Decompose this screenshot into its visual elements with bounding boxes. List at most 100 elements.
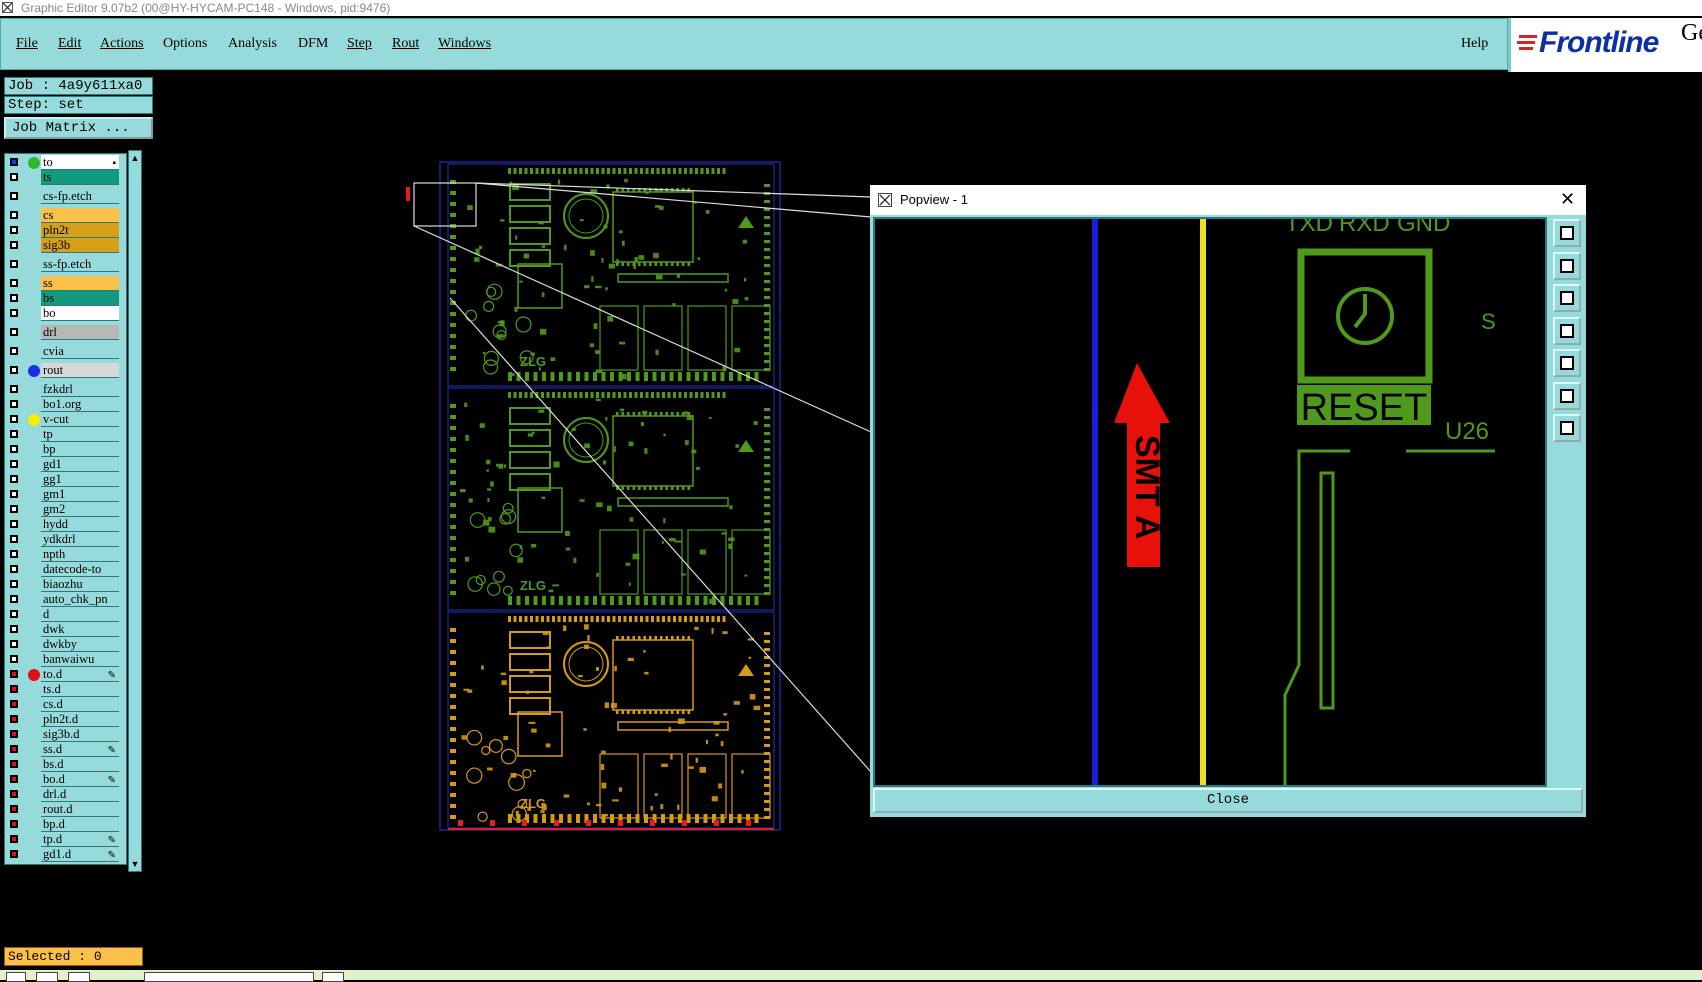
layer-name[interactable]: tp.d ✎ <box>41 832 119 847</box>
layer-row-ydkdrl[interactable]: ydkdrl <box>5 532 126 547</box>
layer-checkbox[interactable] <box>10 580 18 588</box>
layer-name[interactable]: bo.d ✎ <box>41 772 119 787</box>
layer-name[interactable]: d <box>41 607 119 622</box>
layer-row-bs-d[interactable]: bs.d <box>5 757 126 772</box>
layer-checkbox[interactable] <box>10 565 18 573</box>
layer-row-ts-d[interactable]: ts.d <box>5 682 126 697</box>
layer-name[interactable]: bo <box>41 306 119 321</box>
layer-checkbox[interactable] <box>10 760 18 768</box>
layer-row-bo1-org[interactable]: bo1.org <box>5 397 126 412</box>
menu-step[interactable]: Step <box>347 36 372 52</box>
layer-row-ss-fp-etch[interactable]: ss-fp.etch <box>5 257 126 272</box>
layer-checkbox[interactable] <box>10 385 18 393</box>
layer-checkbox[interactable] <box>10 328 18 336</box>
layer-name[interactable]: to ▪ <box>41 155 119 170</box>
layer-name[interactable]: ydkdrl <box>41 532 119 547</box>
layer-checkbox[interactable] <box>10 520 18 528</box>
layer-name[interactable]: gm2 <box>41 502 119 517</box>
menu-file[interactable]: File <box>16 36 38 52</box>
layer-checkbox[interactable] <box>10 241 18 249</box>
layer-name[interactable]: rout.d <box>41 802 119 817</box>
layer-name[interactable]: ts.d <box>41 682 119 697</box>
layer-row-drl[interactable]: drl <box>5 325 126 340</box>
layer-checkbox[interactable] <box>10 490 18 498</box>
popview-viewport[interactable]: SMT A TXD RXD GND RESET U26 S <box>873 217 1547 787</box>
bottom-button-2[interactable] <box>36 972 58 982</box>
layer-name[interactable]: gm1 <box>41 487 119 502</box>
layer-checkbox[interactable] <box>10 460 18 468</box>
layer-row-banwaiwu[interactable]: banwaiwu <box>5 652 126 667</box>
scroll-up-icon[interactable]: ▲ <box>129 152 141 164</box>
layer-row-cs[interactable]: cs <box>5 208 126 223</box>
zoom-fit-icon[interactable] <box>1553 414 1581 442</box>
layer-checkbox[interactable] <box>10 535 18 543</box>
layer-row-rout-d[interactable]: rout.d <box>5 802 126 817</box>
layer-checkbox[interactable] <box>10 805 18 813</box>
layer-row-cs-d[interactable]: cs.d <box>5 697 126 712</box>
menu-dfm[interactable]: DFM <box>298 36 328 52</box>
layer-name[interactable]: datecode-to <box>41 562 119 577</box>
layer-name[interactable]: biaozhu <box>41 577 119 592</box>
layer-row-datecode-to[interactable]: datecode-to <box>5 562 126 577</box>
layer-name[interactable]: cs <box>41 208 119 223</box>
pan-left-icon[interactable] <box>1553 316 1581 345</box>
scroll-down-icon[interactable]: ▼ <box>129 858 141 870</box>
layer-checkbox[interactable] <box>10 835 18 843</box>
layer-name[interactable]: ss <box>41 276 119 291</box>
menu-edit[interactable]: Edit <box>58 36 81 52</box>
layer-checkbox[interactable] <box>10 640 18 648</box>
menu-help[interactable]: Help <box>1461 36 1488 52</box>
layer-name[interactable]: cs-fp.etch <box>41 189 119 204</box>
close-button[interactable]: Close <box>873 788 1583 813</box>
layer-row-bo-d[interactable]: bo.d ✎ <box>5 772 126 787</box>
layer-name[interactable]: sig3b <box>41 238 119 253</box>
layer-row-bp-d[interactable]: bp.d <box>5 817 126 832</box>
layer-row-biaozhu[interactable]: biaozhu <box>5 577 126 592</box>
layer-name[interactable]: bp <box>41 442 119 457</box>
layer-row-sig3b[interactable]: sig3b <box>5 238 126 253</box>
layer-checkbox[interactable] <box>10 347 18 355</box>
layer-name[interactable]: gd1.d ✎ <box>41 847 119 862</box>
layer-row-pln2t-d[interactable]: pln2t.d <box>5 712 126 727</box>
menu-rout[interactable]: Rout <box>392 36 419 52</box>
layer-row-sig3b-d[interactable]: sig3b.d <box>5 727 126 742</box>
layer-checkbox[interactable] <box>10 715 18 723</box>
layer-row-gm2[interactable]: gm2 <box>5 502 126 517</box>
layer-checkbox[interactable] <box>10 745 18 753</box>
layer-name[interactable]: tp <box>41 427 119 442</box>
layer-row-rout[interactable]: rout <box>5 363 126 378</box>
layer-row-npth[interactable]: npth <box>5 547 126 562</box>
layer-name[interactable]: dwkby <box>41 637 119 652</box>
layer-checkbox[interactable] <box>10 850 18 858</box>
layer-name[interactable]: dwk <box>41 622 119 637</box>
job-matrix-button[interactable]: Job Matrix ... <box>4 117 153 139</box>
layer-row-bs[interactable]: bs <box>5 291 126 306</box>
layer-name[interactable]: pln2t.d <box>41 712 119 727</box>
layer-checkbox[interactable] <box>10 173 18 181</box>
layer-name[interactable]: gg1 <box>41 472 119 487</box>
layer-row-hydd[interactable]: hydd <box>5 517 126 532</box>
menu-analysis[interactable]: Analysis <box>228 36 277 52</box>
layer-name[interactable]: to.d ✎ <box>41 667 119 682</box>
fit-all-icon[interactable] <box>1553 381 1581 410</box>
layer-name[interactable]: rout <box>41 363 119 378</box>
layer-name[interactable]: sig3b.d <box>41 727 119 742</box>
layer-checkbox[interactable] <box>10 192 18 200</box>
layer-name[interactable]: drl <box>41 325 119 340</box>
layer-checkbox[interactable] <box>10 655 18 663</box>
layer-row-gg1-d[interactable]: gg1.d <box>5 862 126 864</box>
layer-checkbox[interactable] <box>10 595 18 603</box>
layer-checkbox[interactable] <box>10 550 18 558</box>
bottom-button-4[interactable] <box>322 972 344 982</box>
layer-checkbox[interactable] <box>10 279 18 287</box>
layer-checkbox[interactable] <box>10 475 18 483</box>
layer-name[interactable]: pln2t <box>41 223 119 238</box>
layer-name[interactable]: npth <box>41 547 119 562</box>
layer-checkbox[interactable] <box>10 610 18 618</box>
layer-checkbox[interactable] <box>10 700 18 708</box>
layer-row-to-d[interactable]: to.d ✎ <box>5 667 126 682</box>
layer-checkbox[interactable] <box>10 226 18 234</box>
layer-checkbox[interactable] <box>10 790 18 798</box>
menu-options[interactable]: Options <box>163 36 207 52</box>
layer-row-ss[interactable]: ss <box>5 276 126 291</box>
